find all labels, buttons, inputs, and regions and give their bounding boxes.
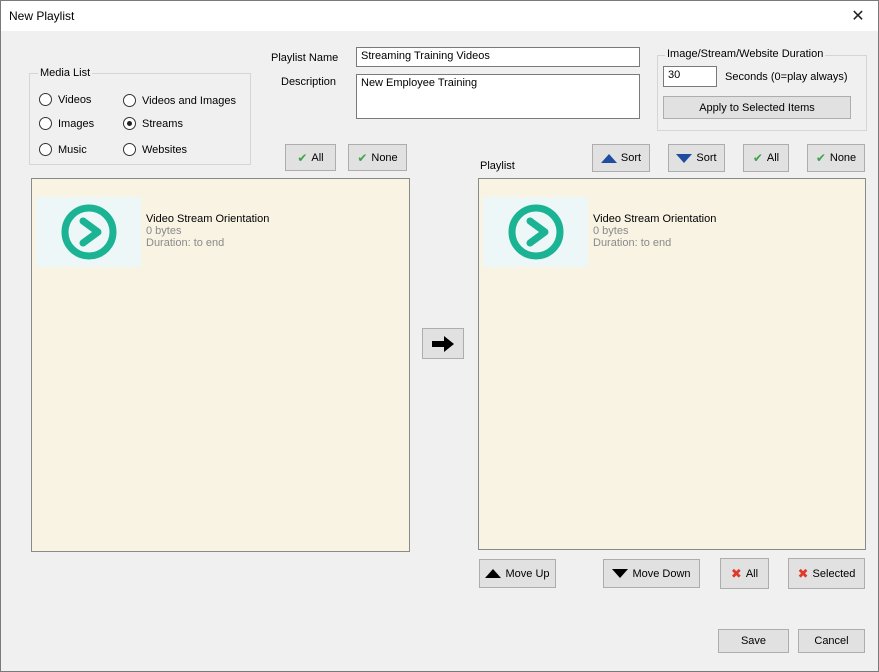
media-item-size: 0 bytes xyxy=(146,225,182,237)
play-circle-icon xyxy=(508,204,563,260)
radio-videos-indicator xyxy=(39,93,52,106)
media-thumbnail xyxy=(483,197,588,267)
media-select-none-label: None xyxy=(371,151,398,164)
close-button[interactable]: ✕ xyxy=(838,1,878,31)
media-item-title: Video Stream Orientation xyxy=(146,213,270,225)
radio-music-indicator xyxy=(39,143,52,156)
duration-seconds-input[interactable]: 30 xyxy=(663,66,717,87)
sort-ascending-button[interactable]: Sort xyxy=(592,144,650,172)
apply-to-selected-label: Apply to Selected Items xyxy=(699,101,815,114)
arrow-right-icon xyxy=(432,335,454,352)
checkmark-icon: ✔ xyxy=(357,150,368,165)
move-up-button[interactable]: Move Up xyxy=(479,559,556,588)
radio-music[interactable]: Music xyxy=(39,143,87,156)
radio-videos-and-images[interactable]: Videos and Images xyxy=(123,94,236,107)
description-input[interactable]: New Employee Training xyxy=(356,74,640,119)
new-playlist-dialog: New Playlist ✕ Media List Videos Videos … xyxy=(0,0,879,672)
save-button[interactable]: Save xyxy=(718,629,789,653)
remove-selected-button[interactable]: ✖ Selected xyxy=(788,558,865,589)
radio-images-label: Images xyxy=(58,117,95,130)
sort-descending-label: Sort xyxy=(696,152,717,164)
remove-all-label: All xyxy=(745,567,759,580)
playlist-name-label: Playlist Name xyxy=(271,52,339,64)
media-list-panel[interactable]: Video Stream Orientation 0 bytes Duratio… xyxy=(31,178,410,552)
list-item[interactable]: Video Stream Orientation 0 bytes Duratio… xyxy=(483,197,783,267)
radio-images-indicator xyxy=(39,117,52,130)
radio-videos-and-images-label: Videos and Images xyxy=(142,94,236,107)
media-select-all-button[interactable]: ✔ All xyxy=(285,144,336,171)
move-down-label: Move Down xyxy=(632,567,691,580)
move-up-label: Move Up xyxy=(505,567,550,580)
checkmark-icon: ✔ xyxy=(815,151,826,165)
playlist-select-none-label: None xyxy=(829,152,857,164)
list-item[interactable]: Video Stream Orientation 0 bytes Duratio… xyxy=(36,197,336,267)
play-circle-icon xyxy=(61,204,116,260)
playlist-name-input[interactable]: Streaming Training Videos xyxy=(356,47,640,67)
window-title: New Playlist xyxy=(9,9,75,23)
triangle-down-icon xyxy=(676,153,693,163)
red-x-icon: ✖ xyxy=(797,565,809,581)
duration-legend: Image/Stream/Website Duration xyxy=(665,48,826,60)
remove-selected-label: Selected xyxy=(812,567,856,580)
radio-websites[interactable]: Websites xyxy=(123,143,187,156)
checkmark-icon: ✔ xyxy=(752,151,763,165)
triangle-up-icon xyxy=(600,153,617,163)
playlist-item-title: Video Stream Orientation xyxy=(593,213,717,225)
radio-videos-and-images-indicator xyxy=(123,94,136,107)
radio-websites-indicator xyxy=(123,143,136,156)
radio-streams-indicator xyxy=(123,117,136,130)
triangle-up-icon xyxy=(485,569,502,578)
apply-to-selected-button[interactable]: Apply to Selected Items xyxy=(663,96,851,119)
title-bar: New Playlist ✕ xyxy=(1,1,878,31)
close-icon: ✕ xyxy=(851,8,865,25)
add-to-playlist-button[interactable] xyxy=(422,328,464,359)
move-down-button[interactable]: Move Down xyxy=(603,559,700,588)
playlist-label: Playlist xyxy=(480,160,515,172)
save-label: Save xyxy=(740,635,767,647)
sort-descending-button[interactable]: Sort xyxy=(668,144,725,172)
sort-ascending-label: Sort xyxy=(620,152,642,164)
description-label: Description xyxy=(281,76,337,88)
cancel-button[interactable]: Cancel xyxy=(798,629,865,653)
radio-websites-label: Websites xyxy=(142,143,188,156)
radio-music-label: Music xyxy=(58,143,87,156)
media-item-duration: Duration: to end xyxy=(146,237,225,249)
playlist-item-size: 0 bytes xyxy=(593,225,629,237)
duration-units-label: Seconds (0=play always) xyxy=(725,71,848,83)
radio-streams[interactable]: Streams xyxy=(123,117,183,130)
radio-videos[interactable]: Videos xyxy=(39,93,91,106)
playlist-panel[interactable]: Video Stream Orientation 0 bytes Duratio… xyxy=(478,178,866,550)
checkmark-icon: ✔ xyxy=(297,150,308,165)
remove-all-button[interactable]: ✖ All xyxy=(720,558,769,589)
cancel-label: Cancel xyxy=(814,635,849,647)
radio-images[interactable]: Images xyxy=(39,117,94,130)
media-thumbnail xyxy=(36,197,141,267)
playlist-select-all-button[interactable]: ✔ All xyxy=(743,144,789,172)
radio-videos-label: Videos xyxy=(58,93,92,106)
playlist-select-all-label: All xyxy=(766,152,780,164)
triangle-down-icon xyxy=(612,569,629,578)
media-list-legend: Media List xyxy=(38,67,93,79)
playlist-item-duration: Duration: to end xyxy=(593,237,672,249)
red-x-icon: ✖ xyxy=(730,565,742,581)
playlist-select-none-button[interactable]: ✔ None xyxy=(807,144,865,172)
media-select-none-button[interactable]: ✔ None xyxy=(348,144,407,171)
media-select-all-label: All xyxy=(311,151,324,164)
radio-streams-label: Streams xyxy=(142,117,183,130)
